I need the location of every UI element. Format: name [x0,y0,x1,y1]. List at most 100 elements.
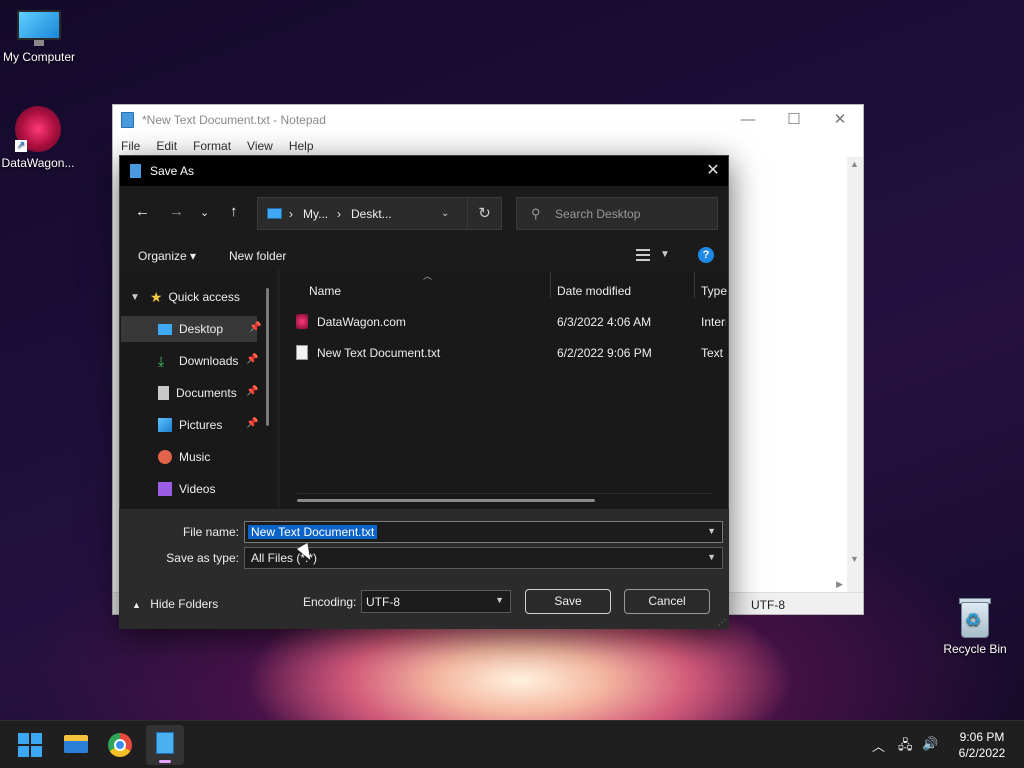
save-button[interactable]: Save [525,589,611,614]
dialog-titlebar[interactable]: Save As [120,156,728,186]
menu-file[interactable]: File [121,139,140,153]
pc-icon [267,208,282,219]
clock-date: 6/2/2022 [958,746,1006,760]
nav-item-desktop[interactable]: Desktop 📌 [121,316,261,342]
close-button[interactable]: ✕ [817,105,863,135]
column-header-type[interactable]: Type [701,284,727,298]
download-arrow-icon: ⤓ [158,353,165,369]
nav-item-label: Downloads [179,354,239,368]
up-arrow-icon[interactable]: ↑ [230,203,238,220]
hide-folders-button[interactable]: ▲ Hide Folders [132,597,218,611]
nav-item-pictures[interactable]: Pictures 📌 [119,412,269,438]
computer-icon [17,10,61,46]
scroll-right-icon[interactable]: ▶ [836,579,843,590]
resize-grip-icon[interactable]: ⋰ [718,618,726,627]
nav-item-label: Music [179,450,211,464]
pin-icon: 📌 [246,354,259,365]
column-header-date-modified[interactable]: Date modified [557,284,631,298]
pin-icon: 📌 [249,322,262,333]
menu-view[interactable]: View [247,139,273,153]
menu-format[interactable]: Format [193,139,231,153]
scroll-up-icon[interactable]: ▲ [850,159,859,169]
search-box[interactable]: ⚲ [516,197,718,230]
chevron-down-icon[interactable]: ▼ [495,595,504,605]
notepad-menubar: File Edit Format View Help [113,135,863,157]
organize-button[interactable]: Organize ▾ [138,249,196,263]
search-input[interactable] [555,205,705,223]
volume-icon[interactable]: 🔊 [922,736,938,752]
horizontal-scrollbar[interactable] [297,499,595,502]
file-name-field[interactable]: New Text Document.txt ▼ [244,521,723,543]
nav-quick-access[interactable]: ▼ ★ Quick access [130,284,280,310]
chevron-down-icon[interactable]: ▼ [707,552,716,562]
help-icon[interactable]: ? [698,247,714,263]
cancel-button[interactable]: Cancel [624,589,710,614]
search-icon: ⚲ [531,206,541,221]
maximize-button[interactable]: ☐ [771,105,817,135]
breadcrumb-separator[interactable]: › [289,207,293,221]
start-button[interactable] [18,733,42,757]
file-date: 6/2/2022 9:06 PM [557,346,652,360]
nav-item-downloads[interactable]: ⤓ Downloads 📌 [119,348,269,374]
forward-arrow-icon[interactable]: → [169,203,184,220]
chevron-down-icon[interactable]: ▼ [707,526,716,536]
save-as-type-label: Save as type: [166,551,239,565]
chevron-down-icon[interactable]: ▼ [130,292,140,303]
encoding-dropdown[interactable]: UTF-8 ▼ [361,590,511,613]
file-row[interactable]: DataWagon.com 6/3/2022 4:06 AM Internet … [296,310,726,334]
save-as-type-dropdown[interactable]: All Files (*.*) ▼ [244,547,723,569]
menu-help[interactable]: Help [289,139,314,153]
file-name: New Text Document.txt [317,346,441,360]
recycle-bin-icon: ♻ [957,596,993,638]
back-arrow-icon[interactable]: ← [135,203,150,220]
file-row[interactable]: New Text Document.txt 6/2/2022 9:06 PM T… [296,341,726,365]
network-icon[interactable]: 🖧 [898,736,913,758]
minimize-button[interactable]: — [725,105,771,135]
address-dropdown-icon[interactable]: ⌄ [441,208,449,219]
desktop-icon-my-computer[interactable]: My Computer [0,10,79,64]
recent-locations-chevron-icon[interactable]: ⌄ [200,206,209,219]
file-name-value[interactable]: New Text Document.txt [248,525,378,539]
nav-item-music[interactable]: Music [119,444,269,470]
new-folder-button[interactable]: New folder [229,249,286,263]
vertical-scrollbar[interactable]: ▲ ▼ [847,157,863,592]
notepad-icon [130,164,141,178]
address-bar[interactable]: › My... › Deskt... ⌄ ↻ [257,197,502,230]
desktop-icon-label: My Computer [2,50,76,64]
command-bar: Organize ▾ New folder ▼ ? [120,240,728,270]
star-icon: ★ [149,288,163,305]
status-encoding: UTF-8 [751,598,785,612]
notepad-taskbar-icon[interactable] [146,725,184,765]
column-divider[interactable] [694,272,695,298]
nav-item-label: Videos [179,482,216,496]
column-header-name[interactable]: Name [309,284,341,298]
view-options-icon[interactable] [636,249,650,261]
nav-item-videos[interactable]: Videos [119,476,269,502]
breadcrumb-separator[interactable]: › [337,207,341,221]
breadcrumb-my-computer[interactable]: My... [303,207,328,221]
scroll-down-icon[interactable]: ▼ [850,554,859,564]
chrome-taskbar-icon[interactable] [108,733,132,757]
videos-icon [158,482,172,496]
file-explorer-taskbar-icon[interactable] [62,733,90,755]
column-divider[interactable] [550,272,551,298]
hide-folders-label: Hide Folders [150,597,219,611]
sort-ascending-icon: ︿ [423,271,433,281]
chevron-up-icon: ▲ [132,600,141,610]
breadcrumb-desktop[interactable]: Deskt... [351,207,392,221]
file-type: Text Document [701,346,726,360]
desktop-icon-datawagon[interactable]: ↗ DataWagon... [0,106,78,170]
menu-edit[interactable]: Edit [156,139,177,153]
refresh-icon[interactable]: ↻ [467,198,501,229]
taskbar-clock[interactable]: 9:06 PM 6/2/2022 [952,729,1012,761]
desktop-icon-recycle-bin[interactable]: ♻ Recycle Bin [935,596,1015,656]
nav-item-documents[interactable]: Documents 📌 [119,380,269,406]
tray-overflow-chevron-icon[interactable]: ︿ [872,736,885,755]
view-dropdown-icon[interactable]: ▼ [660,249,670,260]
text-document-icon [296,345,308,360]
nav-pane-scrollbar[interactable] [266,288,269,426]
taskbar: ︿ 🖧 🔊 9:06 PM 6/2/2022 [0,720,1024,768]
dialog-close-button[interactable]: ✕ [698,156,728,186]
pin-icon: 📌 [246,386,259,397]
pictures-icon [158,418,172,432]
